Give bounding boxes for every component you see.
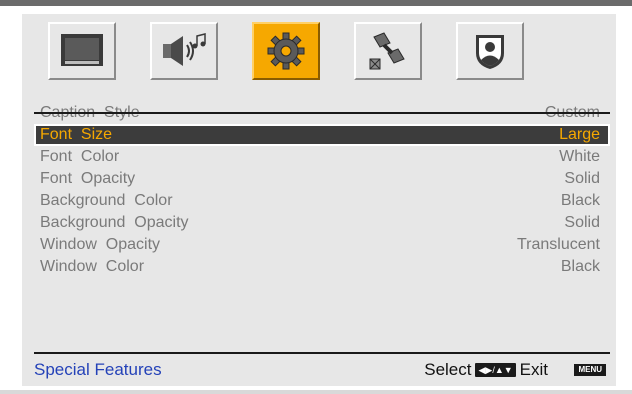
tab-audio[interactable]	[150, 22, 218, 80]
osd-screen: Caption Style Custom Font Size Large Fon…	[0, 0, 632, 394]
row-value: White	[559, 148, 600, 165]
row-label: Font Color	[40, 148, 120, 165]
arrow-keys-icon: ◀▶/▲▼	[475, 363, 516, 377]
row-font-size[interactable]: Font Size Large	[34, 124, 610, 146]
tab-picture[interactable]	[48, 22, 116, 80]
row-label: Window Color	[40, 258, 145, 275]
row-label: Font Size	[40, 126, 113, 143]
footer-title: Special Features	[34, 360, 162, 379]
row-value: Solid	[564, 170, 600, 187]
parental-lock-icon	[476, 35, 504, 69]
tab-lock[interactable]	[456, 22, 524, 80]
bottom-bar	[0, 390, 632, 394]
top-bar	[0, 0, 632, 6]
tv-icon	[61, 34, 103, 66]
exit-label: Exit	[519, 360, 548, 379]
row-window-opacity[interactable]: Window Opacity Translucent	[34, 234, 610, 256]
row-value: Large	[559, 126, 600, 143]
row-label: Window Opacity	[40, 236, 161, 253]
row-value: Translucent	[517, 236, 600, 253]
row-background-color[interactable]: Background Color Black	[34, 190, 610, 212]
caption-settings-list: Caption Style Custom Font Size Large Fon…	[22, 102, 616, 278]
tab-setup[interactable]	[252, 22, 320, 80]
row-value: Black	[560, 258, 600, 275]
row-label: Background Opacity	[40, 214, 189, 231]
row-value: Black	[560, 192, 600, 209]
speaker-music-icon	[163, 33, 206, 66]
divider-top	[34, 112, 610, 114]
row-font-opacity[interactable]: Font Opacity Solid	[34, 168, 610, 190]
row-font-color[interactable]: Font Color White	[34, 146, 610, 168]
row-window-color[interactable]: Window Color Black	[34, 256, 610, 278]
gear-icon	[267, 32, 305, 70]
footer-hint: Select ◀▶/▲▼ Exit	[424, 360, 548, 380]
row-value: Solid	[564, 214, 600, 231]
divider-bottom	[34, 352, 610, 354]
row-label: Font Opacity	[40, 170, 136, 187]
row-background-opacity[interactable]: Background Opacity Solid	[34, 212, 610, 234]
osd-panel: Caption Style Custom Font Size Large Fon…	[22, 14, 616, 386]
select-label: Select	[424, 360, 472, 379]
tab-channel[interactable]	[354, 22, 422, 80]
satellite-icon	[369, 32, 405, 70]
menu-key-icon: MENU	[574, 364, 606, 376]
footer-bar: Special Features Select ◀▶/▲▼ Exit MENU	[34, 360, 610, 384]
row-label: Background Color	[40, 192, 173, 209]
